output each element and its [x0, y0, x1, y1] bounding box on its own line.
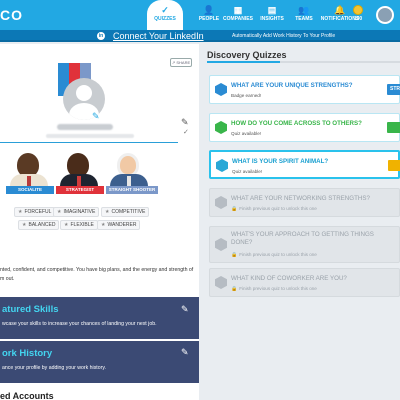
quiz-status: Quiz available! [231, 131, 262, 136]
top-navigation-bar: CO ✓ QUIZZES 👤 PEOPLE ▦ COMPANIES ▤ INSI… [0, 0, 400, 30]
quiz-badge-icon [215, 83, 227, 96]
quiz-badge-icon [215, 121, 227, 134]
linkedin-icon: in [97, 32, 105, 40]
locked-badge-icon [215, 276, 227, 289]
quiz-card-spirit-animal[interactable]: WHAT IS YOUR SPIRIT ANIMAL? Quiz availab… [209, 150, 400, 179]
user-avatar[interactable] [376, 6, 394, 24]
work-history-panel[interactable]: ork History ance your profile by adding … [0, 341, 199, 383]
profile-headline-blurred [46, 134, 134, 138]
quiz-card-unique-strengths[interactable]: WHAT ARE YOUR UNIQUE STRENGTHS? Badge ea… [209, 75, 400, 104]
featured-skills-subtitle: wcase your skills to increase your chanc… [2, 321, 157, 327]
quizzes-icon: ✓ [161, 5, 169, 15]
trait-badge: ★ COMPETITIVE [101, 207, 150, 217]
quiz-title-cont: DONE? [231, 239, 253, 246]
quiz-title: HOW DO YOU COME ACROSS TO OTHERS? [231, 120, 362, 127]
companies-icon: ▦ [233, 5, 243, 15]
trait-star-icon: ★ [22, 222, 27, 228]
edit-work-history-icon[interactable]: ✎ [181, 347, 189, 358]
nav-tab-quizzes[interactable]: ✓ QUIZZES [147, 0, 183, 30]
persona-label-socialite: SOCIALITE [6, 186, 54, 194]
nav-tab-insights[interactable]: ▤ INSIGHTS [254, 4, 290, 30]
coin-icon [353, 5, 363, 15]
trait-star-icon: ★ [105, 209, 110, 215]
locked-badge-icon [215, 196, 227, 209]
linkedin-banner: in Connect Your LinkedIn Automatically A… [0, 30, 400, 42]
featured-skills-title: atured Skills [2, 304, 59, 315]
quiz-status: Finish previous quiz to unlock this one [239, 206, 317, 211]
lock-icon: 🔒 [231, 206, 238, 212]
lock-icon: 🔒 [231, 252, 238, 258]
lock-icon: 🔒 [231, 286, 238, 292]
nav-tab-companies[interactable]: ▦ COMPANIES [217, 4, 259, 30]
quiz-title: WHAT KIND OF COWORKER ARE YOU? [231, 275, 347, 282]
quiz-action-button[interactable] [388, 160, 400, 171]
persona-description-cont: m out. [0, 276, 15, 282]
quiz-status: Finish previous quiz to unlock this one [239, 286, 317, 291]
app-logo[interactable]: CO [0, 7, 23, 23]
coin-count: 100 [353, 16, 363, 22]
trait-star-icon: ★ [18, 209, 23, 215]
headline-input-underline [0, 142, 178, 143]
quiz-card-come-across[interactable]: HOW DO YOU COME ACROSS TO OTHERS? Quiz a… [209, 113, 400, 142]
linkedin-cta-text: Automatically Add Work History To Your P… [232, 33, 336, 39]
quiz-card-networking-strengths: WHAT ARE YOUR NETWORKING STRENGTHS? 🔒 Fin… [209, 188, 400, 217]
quiz-card-getting-things-done: WHAT'S YOUR APPROACH TO GETTING THINGS D… [209, 226, 400, 263]
nav-label: INSIGHTS [260, 16, 284, 22]
quiz-title: WHAT'S YOUR APPROACH TO GETTING THINGS [231, 231, 374, 238]
trait-badge: ★ FORCEFUL [14, 207, 56, 217]
nav-coins[interactable]: 100 [348, 4, 368, 30]
discovery-quizzes-column: Discovery Quizzes WHAT ARE YOUR UNIQUE S… [201, 44, 400, 400]
share-button[interactable]: ↗ SHARE [170, 58, 192, 67]
quiz-title: WHAT ARE YOUR UNIQUE STRENGTHS? [231, 82, 353, 89]
quiz-title: WHAT ARE YOUR NETWORKING STRENGTHS? [231, 195, 370, 202]
locked-badge-icon [215, 238, 227, 251]
quiz-title: WHAT IS YOUR SPIRIT ANIMAL? [232, 158, 329, 165]
trait-badge: ★ WANDERER [97, 220, 141, 230]
insights-icon: ▤ [267, 5, 277, 15]
quiz-badge-icon [216, 159, 228, 172]
quiz-progress-bar [207, 61, 400, 63]
quiz-action-button[interactable]: STR [387, 84, 400, 95]
trait-badge: ★ IMAGINATIVE [53, 207, 100, 217]
quiz-status: Quiz available! [232, 169, 263, 174]
profile-name-blurred [57, 124, 113, 130]
trait-badge: ★ BALANCED [18, 220, 60, 230]
trait-star-icon: ★ [101, 222, 106, 228]
quiz-status: Finish previous quiz to unlock this one [239, 252, 317, 257]
nav-label: QUIZZES [154, 16, 176, 22]
quiz-card-coworker: WHAT KIND OF COWORKER ARE YOU? 🔒 Finish p… [209, 268, 400, 297]
nav-label: COMPANIES [223, 16, 253, 22]
persona-label-strategist: STRATEGIST [56, 186, 104, 194]
trait-badge: ★ FLEXIBLE [60, 220, 98, 230]
nav-label: TEAMS [295, 16, 313, 22]
connect-linkedin-link[interactable]: Connect Your LinkedIn [113, 30, 204, 42]
work-history-title: ork History [2, 348, 53, 359]
profile-column: ↗ SHARE ✎ ✎ ✓ SOCIALITE STRATEGIST STRAI… [0, 44, 199, 400]
work-history-subtitle: ance your profile by adding your work hi… [2, 365, 106, 371]
edit-headline-icon[interactable]: ✎ [181, 117, 189, 128]
quiz-progress-fill [207, 61, 281, 63]
edit-skills-icon[interactable]: ✎ [181, 304, 189, 315]
linked-accounts-heading: ed Accounts [0, 391, 54, 400]
quiz-status: Badge earned! [231, 93, 262, 98]
confirm-check-icon[interactable]: ✓ [183, 128, 189, 136]
trait-star-icon: ★ [64, 222, 69, 228]
persona-description: nted, confident, and competitive. You ha… [0, 267, 194, 273]
discovery-quizzes-title: Discovery Quizzes [207, 50, 287, 60]
featured-skills-panel[interactable]: atured Skills wcase your skills to incre… [0, 297, 199, 339]
persona-label-straight-shooter: STRAIGHT SHOOTER [106, 186, 158, 194]
edit-photo-icon[interactable]: ✎ [92, 111, 100, 122]
quiz-action-button[interactable] [387, 122, 400, 133]
trait-star-icon: ★ [57, 209, 62, 215]
